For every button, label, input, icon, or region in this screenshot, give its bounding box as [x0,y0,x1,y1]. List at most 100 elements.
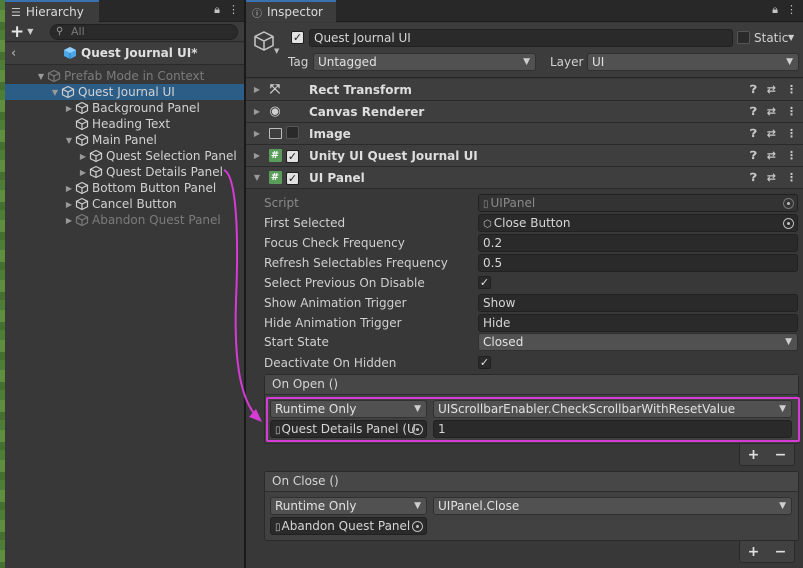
presets-icon[interactable]: ⇄ [767,127,776,141]
hierarchy-item[interactable]: ▶ Abandon Quest Panel [5,212,244,228]
add-listener-button[interactable]: + [748,544,760,560]
component-header[interactable]: ▶ ⤧ Rect Transform ❓︎ ⇄ ⋮ [246,79,803,101]
component-header-icons: ❓︎ ⇄ ⋮ [750,105,797,119]
help-icon[interactable]: ❓︎ [750,149,757,163]
inspector-tab[interactable]: ⓘ Inspector [246,0,336,22]
hide-animation-input[interactable]: Hide [478,314,798,332]
create-button[interactable]: + ▼ [10,23,44,40]
object-picker-icon[interactable] [783,218,794,229]
deactivate-label: Deactivate On Hidden [264,356,397,370]
lock-icon[interactable]: 🔒︎ [214,3,220,17]
expand-down-icon[interactable]: ▼ [49,88,61,97]
component-enabled-checkbox[interactable]: ✓ [286,171,306,185]
help-icon[interactable]: ❓︎ [750,105,757,119]
more-menu-icon[interactable]: ⋮ [786,149,797,163]
focus-check-label: Focus Check Frequency [264,236,405,250]
presets-icon[interactable]: ⇄ [767,105,776,119]
hierarchy-tab-bar: ☰ Hierarchy 🔒︎ ⋮ [5,0,244,22]
expand-down-icon[interactable]: ▼ [63,136,75,145]
component-header[interactable]: ▶ ◉ Canvas Renderer ❓︎ ⇄ ⋮ [246,101,803,123]
hierarchy-item[interactable]: ▼ Main Panel [5,132,244,148]
more-menu-icon[interactable]: ⋮ [786,105,797,119]
more-menu-icon[interactable]: ⋮ [786,171,797,185]
help-icon[interactable]: ❓︎ [750,127,757,141]
hierarchy-item-label: Heading Text [92,117,171,131]
on-close-function-dropdown[interactable]: UIPanel.Close ▼ [433,497,792,515]
first-selected-field[interactable]: ⬡ Close Button [478,214,798,232]
component-enabled-checkbox[interactable]: ✓ [286,149,306,163]
expand-right-icon[interactable]: ▶ [63,200,75,209]
more-menu-icon[interactable]: ⋮ [786,127,797,141]
expand-right-icon[interactable]: ▶ [250,129,264,138]
help-icon[interactable]: ❓︎ [750,171,757,185]
icon-dropdown-icon[interactable]: ▼ [274,47,279,55]
tag-value: Untagged [318,55,377,69]
component-enabled-checkbox[interactable] [286,125,306,142]
expand-right-icon[interactable]: ▶ [63,216,75,225]
lock-icon[interactable]: 🔒︎ [772,3,778,17]
on-close-title: On Close () [265,472,798,492]
expand-right-icon[interactable]: ▶ [250,107,264,116]
object-name-input[interactable]: Quest Journal UI [309,29,733,47]
ui-panel-body: Script ▯ UIPanel First Selected ⬡ Close Bu… [246,190,803,568]
add-listener-button[interactable]: + [748,447,760,463]
remove-listener-button[interactable]: − [775,544,787,560]
on-close-target-field[interactable]: ▯Abandon Quest Panel [270,517,427,535]
hierarchy-item[interactable]: ▶ Quest Selection Panel [5,148,244,164]
hierarchy-item-label: Main Panel [92,133,157,147]
expand-down-icon[interactable]: ▼ [250,173,264,182]
focus-check-input[interactable]: 0.2 [478,234,798,252]
hierarchy-search-input[interactable]: ⚲ All [50,24,238,40]
refresh-selectables-input[interactable]: 0.5 [478,254,798,272]
hierarchy-item[interactable]: ▶ Background Panel [5,100,244,116]
expand-right-icon[interactable]: ▶ [77,168,89,177]
component-header[interactable]: ▼ # ✓ UI Panel ❓︎ ⇄ ⋮ [246,167,803,189]
help-icon[interactable]: ❓︎ [750,83,757,97]
expand-right-icon[interactable]: ▶ [250,151,264,160]
expand-down-icon[interactable]: ▼ [35,72,47,81]
hierarchy-item-label: Abandon Quest Panel [92,213,221,227]
hierarchy-tab[interactable]: ☰ Hierarchy [5,0,99,22]
start-state-dropdown[interactable]: Closed ▼ [478,333,798,351]
object-picker-icon[interactable] [412,521,423,532]
script-label: Script [264,196,299,210]
more-menu-icon[interactable]: ⋮ [786,83,797,97]
more-menu-icon[interactable]: ⋮ [786,3,797,17]
remove-listener-button[interactable]: − [775,447,787,463]
expand-right-icon[interactable]: ▶ [250,85,264,94]
on-close-runtime-dropdown[interactable]: Runtime Only ▼ [270,497,427,515]
show-animation-input[interactable]: Show [478,294,798,312]
expand-right-icon[interactable]: ▶ [77,152,89,161]
more-menu-icon[interactable]: ⋮ [228,3,239,17]
hierarchy-item[interactable]: ▼ Prefab Mode in Context [5,68,244,84]
expand-right-icon[interactable]: ▶ [63,184,75,193]
hierarchy-item[interactable]: ▶ Quest Details Panel [5,164,244,180]
presets-icon[interactable]: ⇄ [767,171,776,185]
presets-icon[interactable]: ⇄ [767,83,776,97]
tag-label: Tag [288,55,309,69]
hierarchy-item[interactable]: ▶ Bottom Button Panel [5,180,244,196]
active-checkbox[interactable]: ✓ [291,31,304,44]
presets-icon[interactable]: ⇄ [767,149,776,163]
hierarchy-item[interactable]: Heading Text [5,116,244,132]
back-chevron-icon[interactable]: ‹ [11,46,16,61]
chevron-down-icon: ▼ [523,57,530,67]
add-label: + [10,21,25,42]
component-header[interactable]: ▶ Image ❓︎ ⇄ ⋮ [246,123,803,145]
hierarchy-item[interactable]: ▶ Cancel Button [5,196,244,212]
select-previous-checkbox[interactable]: ✓ [478,276,491,289]
static-checkbox[interactable] [737,31,750,44]
object-header: ▼ ✓ Quest Journal UI Static ▼ Tag Untagg… [246,23,803,78]
static-dropdown-icon[interactable]: ▼ [788,33,794,42]
expand-right-icon[interactable]: ▶ [63,104,75,113]
highlight-box [266,397,800,442]
tag-dropdown[interactable]: Untagged ▼ [313,53,536,71]
component-name: Canvas Renderer [309,104,425,119]
chevron-down-icon: ▼ [779,501,786,511]
layer-dropdown[interactable]: UI ▼ [587,53,799,71]
deactivate-checkbox[interactable]: ✓ [478,356,491,369]
hierarchy-item[interactable]: ▼ Quest Journal UI [5,84,244,100]
component-header[interactable]: ▶ # ✓ Unity UI Quest Journal UI ❓︎ ⇄ ⋮ [246,145,803,167]
script-file-icon: ▯ [275,522,281,533]
script-field: ▯ UIPanel [478,194,798,212]
